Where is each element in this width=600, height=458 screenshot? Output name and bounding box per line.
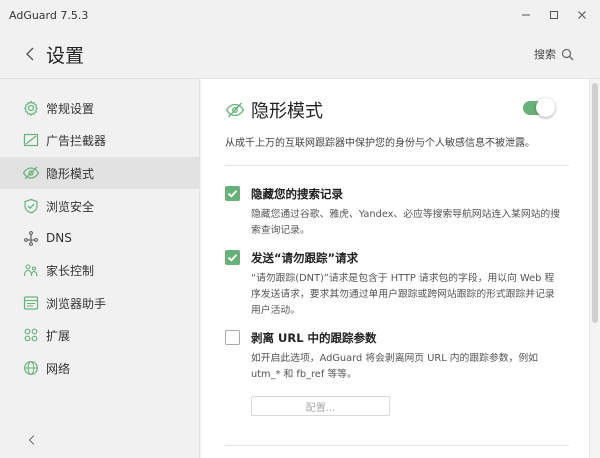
option-strip-url-params: 剥离 URL 中的跟踪参数 如开启此选项，AdGuard 将会剥离网页 URL … (225, 330, 565, 380)
option-title: 剥离 URL 中的跟踪参数 (251, 331, 377, 345)
search-icon (561, 48, 574, 60)
section-header: 隐形模式 (225, 97, 323, 123)
sidebar-item-label: 网络 (46, 361, 71, 376)
browser-icon (22, 294, 40, 312)
content-scrollbar[interactable] (589, 79, 600, 458)
sidebar-item-label: DNS (46, 231, 72, 245)
globe-icon (22, 359, 40, 377)
checkmark-icon (227, 254, 238, 262)
option-hide-search-queries: 隐藏您的搜索记录 隐藏您通过谷歌、雅虎、Yandex、必应等搜索导航网站连入某网… (225, 186, 565, 236)
section-divider (225, 165, 569, 166)
window-title: AdGuard 7.5.3 (9, 9, 89, 22)
sidebar-item-label: 家长控制 (46, 263, 95, 278)
page-title: 设置 (46, 45, 85, 67)
close-button[interactable] (571, 4, 593, 26)
search-button[interactable]: 搜索 (534, 46, 574, 62)
extensions-icon (22, 326, 40, 344)
sidebar: 常规设置 广告拦截器 隐形模式 浏览安全 DNS 家长控制 浏览器助手 扩展 网… (0, 79, 200, 458)
minimize-icon (522, 14, 530, 16)
configure-button[interactable]: 配置... (251, 396, 390, 416)
section-title: 隐形模式 (251, 101, 323, 122)
hide-search-checkbox[interactable] (225, 186, 240, 201)
settings-header: 设置 搜索 (0, 30, 600, 78)
stealth-mode-panel: 隐形模式 从成千上万的互联网跟踪器中保护您的身份与个人敏感信息不被泄露。 隐藏您… (201, 79, 589, 458)
back-button[interactable] (20, 44, 40, 64)
sidebar-item-browser-assistant[interactable]: 浏览器助手 (0, 287, 199, 319)
section-divider (225, 445, 569, 446)
option-description: 如开启此选项，AdGuard 将会剥离网页 URL 内的跟踪参数，例如 utm_… (251, 353, 538, 380)
option-description: 隐藏您通过谷歌、雅虎、Yandex、必应等搜索导航网站连入某网站的搜索查询记录。 (251, 209, 561, 236)
search-label: 搜索 (534, 48, 556, 61)
option-title: 发送“请勿跟踪”请求 (251, 251, 359, 265)
chevron-left-icon (26, 47, 34, 61)
sidebar-item-browsing-security[interactable]: 浏览安全 (0, 190, 199, 222)
checkmark-icon (227, 190, 238, 198)
option-title: 隐藏您的搜索记录 (251, 187, 343, 201)
eye-slash-icon (22, 164, 40, 182)
option-send-dnt: 发送“请勿跟踪”请求 “请勿跟踪(DNT)”请求是包含于 HTTP 请求包的字段… (225, 250, 565, 320)
shield-check-icon (22, 197, 40, 215)
gear-icon (22, 99, 40, 117)
sidebar-item-extensions[interactable]: 扩展 (0, 319, 199, 351)
minimize-button[interactable] (515, 4, 537, 26)
close-icon (578, 11, 586, 19)
section-description: 从成千上万的互联网跟踪器中保护您的身份与个人敏感信息不被泄露。 (225, 138, 535, 149)
sidebar-item-dns[interactable]: DNS (0, 222, 199, 254)
sidebar-item-general[interactable]: 常规设置 (0, 92, 199, 124)
title-bar: AdGuard 7.5.3 (0, 0, 600, 30)
sidebar-item-stealth-mode[interactable]: 隐形模式 (0, 157, 199, 189)
stealth-mode-toggle[interactable] (523, 98, 555, 117)
family-icon (22, 261, 40, 279)
dns-icon (22, 229, 40, 247)
sidebar-item-label: 隐形模式 (46, 166, 95, 181)
sidebar-item-label: 浏览安全 (46, 199, 95, 214)
scrollbar-thumb[interactable] (592, 83, 598, 323)
sidebar-item-label: 广告拦截器 (46, 133, 107, 148)
chevron-left-icon (28, 435, 35, 445)
sidebar-item-label: 扩展 (46, 328, 71, 343)
option-description: “请勿跟踪(DNT)”请求是包含于 HTTP 请求包的字段，用以向 Web 程序… (251, 273, 555, 316)
sidebar-item-parental-control[interactable]: 家长控制 (0, 254, 199, 286)
ad-blocker-icon (22, 131, 40, 149)
send-dnt-checkbox[interactable] (225, 250, 240, 265)
sidebar-item-network[interactable]: 网络 (0, 352, 199, 384)
eye-slash-icon (225, 102, 245, 118)
strip-url-checkbox[interactable] (225, 330, 240, 345)
sidebar-item-ad-blocker[interactable]: 广告拦截器 (0, 124, 199, 156)
collapse-sidebar-button[interactable] (24, 432, 40, 448)
sidebar-item-label: 浏览器助手 (46, 296, 107, 311)
toggle-knob (536, 98, 555, 117)
sidebar-item-label: 常规设置 (46, 101, 95, 116)
maximize-icon (550, 11, 558, 19)
maximize-button[interactable] (543, 4, 565, 26)
